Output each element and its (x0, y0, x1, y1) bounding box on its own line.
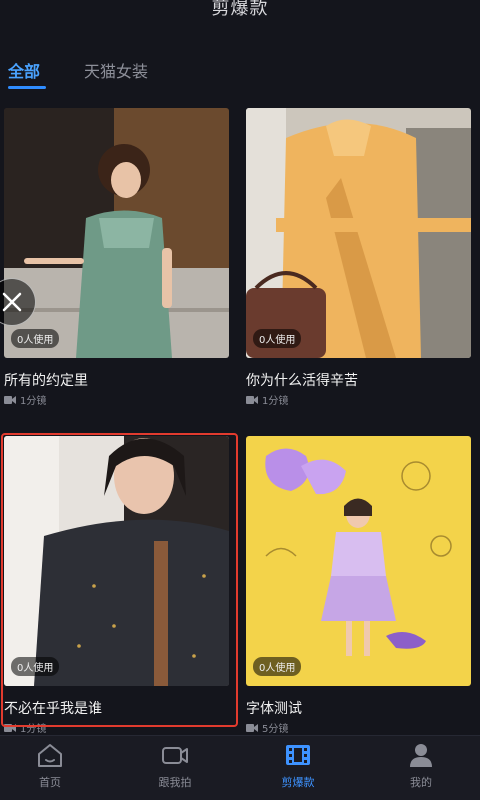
nav-label: 首页 (39, 776, 61, 789)
video-camera-icon (4, 395, 16, 404)
person-icon (410, 744, 432, 767)
film-icon (286, 745, 310, 765)
template-thumbnail[interactable]: 0人使用 (4, 108, 229, 358)
shot-count: 1分镜 (20, 724, 47, 735)
nav-label: 剪爆款 (281, 776, 315, 789)
close-button[interactable] (0, 278, 36, 326)
template-meta: 1分镜 (246, 392, 288, 407)
nav-item-home[interactable]: 首页 (10, 742, 90, 790)
template-title: 你为什么活得辛苦 (246, 373, 358, 389)
close-icon (2, 292, 22, 312)
category-tabs: 全部 天猫女装 (0, 52, 480, 92)
nav-label: 跟我拍 (158, 776, 192, 789)
template-meta: 5分镜 (246, 720, 288, 735)
page-title: 剪爆款 (211, 0, 269, 19)
tab-all[interactable]: 全部 (8, 58, 40, 82)
template-title: 不必在乎我是谁 (4, 701, 102, 717)
usage-badge: 0人使用 (11, 657, 60, 676)
template-title: 字体测试 (246, 701, 302, 717)
video-camera-icon (4, 723, 16, 732)
bottom-nav: 首页 跟我拍 剪爆款 我的 (0, 735, 480, 800)
home-icon (38, 744, 62, 767)
template-thumbnail[interactable]: 0人使用 (246, 108, 471, 358)
shot-count: 5分镜 (262, 724, 289, 735)
template-title: 所有的约定里 (4, 373, 88, 389)
video-camera-icon (246, 395, 258, 404)
shot-count: 1分镜 (20, 396, 47, 407)
active-tab-indicator (8, 86, 46, 89)
nav-item-profile[interactable]: 我的 (381, 742, 461, 790)
video-camera-icon (246, 723, 258, 732)
usage-badge: 0人使用 (253, 657, 302, 676)
usage-badge: 0人使用 (253, 329, 302, 348)
template-thumbnail[interactable]: 0人使用 (4, 436, 229, 686)
usage-badge: 0人使用 (11, 329, 60, 348)
tab-tmall-women[interactable]: 天猫女装 (84, 58, 148, 82)
template-meta: 1分镜 (4, 392, 46, 407)
nav-label: 我的 (410, 776, 432, 789)
nav-item-shoot[interactable]: 跟我拍 (135, 742, 215, 790)
nav-item-edit[interactable]: 剪爆款 (258, 742, 338, 790)
template-meta: 1分镜 (4, 720, 46, 735)
shot-count: 1分镜 (262, 396, 289, 407)
template-thumbnail[interactable]: 0人使用 (246, 436, 471, 686)
camera-icon (162, 747, 188, 764)
